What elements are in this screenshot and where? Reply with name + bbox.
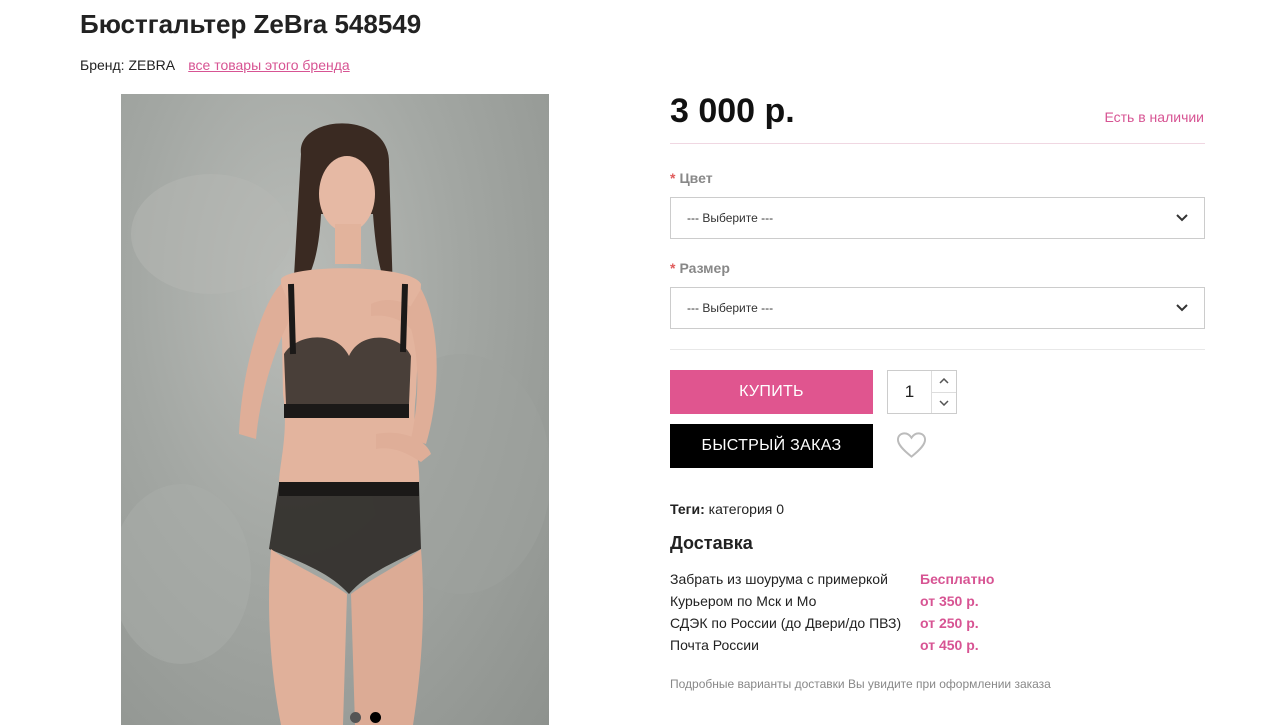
required-mark: * [670, 170, 676, 186]
size-select-value: --- Выберите --- [687, 301, 774, 315]
gallery-dot-2[interactable] [370, 712, 381, 723]
delivery-method: Забрать из шоурума с примеркой [670, 571, 888, 587]
product-photo[interactable] [121, 94, 549, 725]
delivery-row: Курьером по Мск и Мо от 350 р. [670, 590, 994, 612]
tags-label: Теги: [670, 501, 705, 517]
delivery-note: Подробные варианты доставки Вы увидите п… [670, 677, 1051, 691]
stock-status: Есть в наличии [1104, 109, 1204, 125]
color-select[interactable]: --- Выберите --- [670, 197, 1205, 239]
delivery-method: Курьером по Мск и Мо [670, 593, 817, 609]
gallery-dot-1[interactable] [350, 712, 361, 723]
delivery-method: СДЭК по России (до Двери/до ПВЗ) [670, 615, 902, 631]
delivery-cost: Бесплатно [920, 571, 995, 587]
delivery-cost: от 350 р. [920, 593, 979, 609]
delivery-row: Почта России от 450 р. [670, 634, 994, 656]
chevron-down-icon [1176, 214, 1188, 222]
color-select-value: --- Выберите --- [687, 211, 774, 225]
size-label-text: Размер [679, 260, 730, 276]
gallery-dots [350, 712, 381, 723]
heart-icon [896, 432, 927, 458]
color-label: * Цвет [670, 170, 713, 186]
chevron-down-icon [1176, 304, 1188, 312]
tags-value[interactable]: категория 0 [709, 501, 784, 517]
brand-products-link[interactable]: все товары этого бренда [188, 57, 349, 73]
color-label-text: Цвет [679, 170, 713, 186]
quantity-increase-button[interactable] [932, 371, 956, 392]
required-mark: * [670, 260, 676, 276]
delivery-cost: от 450 р. [920, 637, 979, 653]
tags: Теги: категория 0 [670, 501, 784, 517]
delivery-row: СДЭК по России (до Двери/до ПВЗ) от 250 … [670, 612, 994, 634]
delivery-row: Забрать из шоурума с примеркой Бесплатно [670, 568, 994, 590]
chevron-up-icon [939, 378, 949, 384]
delivery-cost: от 250 р. [920, 615, 979, 631]
product-price: 3 000 р. [670, 92, 795, 130]
brand-line: Бренд: ZEBRA все товары этого бренда [80, 57, 350, 73]
quick-order-button[interactable]: БЫСТРЫЙ ЗАКАЗ [670, 424, 873, 468]
size-label: * Размер [670, 260, 730, 276]
brand-label: Бренд: ZEBRA [80, 57, 175, 73]
wishlist-button[interactable] [896, 431, 927, 464]
delivery-table: Забрать из шоурума с примеркой Бесплатно… [670, 568, 994, 656]
quantity-decrease-button[interactable] [932, 391, 956, 414]
quantity-stepper[interactable]: 1 [887, 370, 957, 414]
divider [670, 349, 1205, 350]
delivery-method: Почта России [670, 637, 759, 653]
model-photo-image [121, 123, 549, 725]
page-title: Бюстгальтер ZeBra 548549 [80, 9, 422, 39]
quantity-arrows [931, 371, 956, 413]
delivery-title: Доставка [670, 533, 753, 553]
quantity-input[interactable]: 1 [888, 371, 931, 413]
chevron-down-icon [939, 400, 949, 406]
divider [670, 143, 1205, 144]
size-select[interactable]: --- Выберите --- [670, 287, 1205, 329]
buy-button[interactable]: КУПИТЬ [670, 370, 873, 414]
